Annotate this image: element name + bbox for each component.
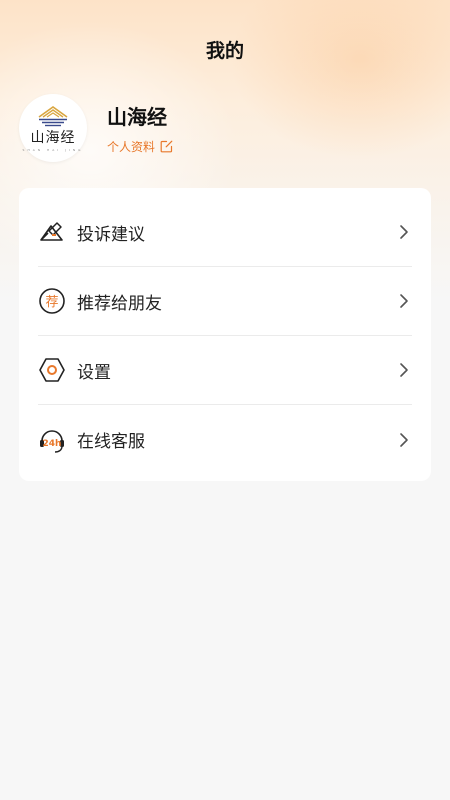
- edit-profile-link[interactable]: 个人资料: [107, 138, 173, 155]
- headset-24h-icon: 24h: [38, 426, 66, 454]
- settings-hexagon-icon: [38, 356, 66, 384]
- edit-icon: [160, 140, 173, 153]
- menu-item-settings[interactable]: 设置: [38, 336, 412, 405]
- edit-profile-label: 个人资料: [107, 140, 156, 154]
- menu-card: 投诉建议 荐 推荐给朋友 设置 24h 在线客服: [19, 188, 431, 481]
- chevron-right-icon: [396, 224, 412, 240]
- menu-label-complaint: 投诉建议: [77, 224, 145, 245]
- service-24h-text: 24h: [43, 439, 62, 449]
- page-title: 我的: [205, 40, 244, 62]
- profile-info: 山海经 个人资料: [107, 101, 173, 155]
- chevron-right-icon: [396, 293, 412, 309]
- avatar-logo-subtext: SHAN HAI JING: [22, 147, 84, 152]
- recommend-badge-icon: 荐: [38, 287, 66, 315]
- menu-label-service: 在线客服: [77, 432, 145, 452]
- complaint-envelope-icon: [38, 218, 66, 246]
- chevron-right-icon: [396, 362, 412, 378]
- menu-label-recommend: 推荐给朋友: [77, 293, 162, 314]
- menu-item-complaint[interactable]: 投诉建议: [38, 198, 412, 267]
- mountain-logo-icon: [38, 105, 68, 126]
- chevron-right-icon: [396, 432, 412, 448]
- recommend-badge-char: 荐: [45, 295, 58, 310]
- menu-item-recommend[interactable]: 荐 推荐给朋友: [38, 267, 412, 336]
- avatar[interactable]: 山海经 SHAN HAI JING: [19, 94, 87, 162]
- menu-label-settings: 设置: [77, 362, 111, 383]
- username: 山海经: [107, 105, 167, 129]
- profile-section: 山海经 SHAN HAI JING 山海经 个人资料: [19, 94, 173, 162]
- menu-item-service[interactable]: 24h 在线客服: [38, 405, 412, 474]
- avatar-logo-text: 山海经: [30, 129, 76, 146]
